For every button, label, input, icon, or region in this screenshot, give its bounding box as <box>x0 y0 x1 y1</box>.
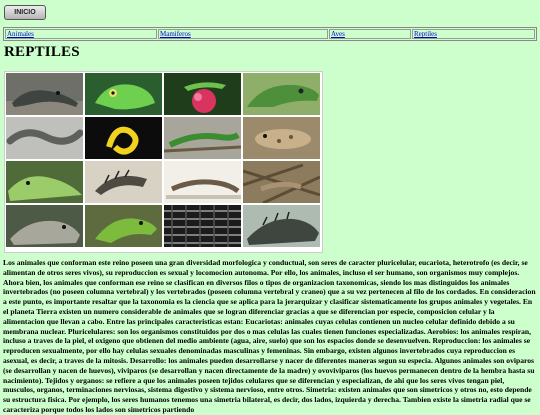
green-lizard-head-image <box>243 73 320 115</box>
nav-link-animales[interactable]: Animales <box>7 30 34 38</box>
small-lizard-image <box>164 161 241 203</box>
page-title: REPTILES <box>4 44 80 60</box>
green-anole-image <box>85 205 162 247</box>
grey-iguana-image <box>6 205 83 247</box>
nav-cell-reptiles: Reptiles <box>412 29 535 39</box>
lizard-red-flower-image <box>164 73 241 115</box>
reptile-gallery <box>4 71 323 253</box>
nav-link-mamiferos[interactable]: Mamiferos <box>160 30 191 38</box>
body-paragraph: Los animales que conforman este reino po… <box>3 258 536 414</box>
nav-cell-mamiferos: Mamiferos <box>158 29 328 39</box>
yellow-snake-image <box>85 117 162 159</box>
spiny-lizard-image <box>85 161 162 203</box>
nav-cell-aves: Aves <box>329 29 411 39</box>
camouflaged-lizard-image <box>243 161 320 203</box>
green-chameleon-image <box>85 73 162 115</box>
dark-iguana-image <box>243 205 320 247</box>
scales-closeup-image <box>164 205 241 247</box>
grey-snake-image <box>6 117 83 159</box>
nav-bar: Animales Mamiferos Aves Reptiles <box>3 27 537 41</box>
nav-link-aves[interactable]: Aves <box>331 30 345 38</box>
green-iguana-image <box>6 161 83 203</box>
home-button[interactable]: INICIO <box>4 5 46 20</box>
nav-cell-animales: Animales <box>5 29 157 39</box>
gecko-image <box>243 117 320 159</box>
iguana-rock-image <box>6 73 83 115</box>
nav-link-reptiles[interactable]: Reptiles <box>414 30 437 38</box>
green-lizard-branch-image <box>164 117 241 159</box>
